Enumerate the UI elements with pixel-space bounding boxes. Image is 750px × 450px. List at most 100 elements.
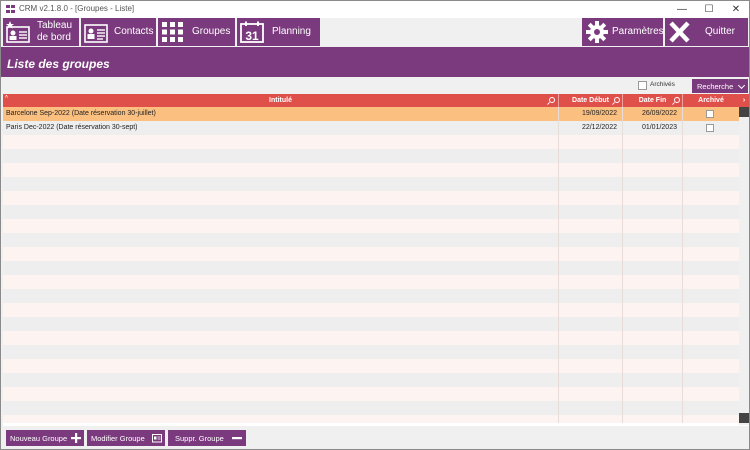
groups-label: Groupes (192, 26, 231, 37)
cell-archived (683, 135, 739, 149)
table-row[interactable] (3, 191, 739, 205)
minimize-button[interactable]: — (671, 1, 693, 18)
table-row[interactable] (3, 401, 739, 415)
search-icon[interactable] (674, 97, 680, 103)
archived-filter-checkbox[interactable] (638, 81, 647, 90)
table-row[interactable] (3, 387, 739, 401)
cell-start (559, 359, 623, 373)
cell-start (559, 373, 623, 387)
app-icon (6, 5, 15, 13)
cell-end (623, 401, 683, 415)
vertical-scrollbar[interactable] (739, 107, 749, 425)
planning-button[interactable]: 31 Planning (237, 18, 320, 46)
cell-archived (683, 345, 739, 359)
cell-archived (683, 303, 739, 317)
table-row[interactable] (3, 303, 739, 317)
table-row[interactable] (3, 317, 739, 331)
cell-end (623, 177, 683, 191)
groups-button[interactable]: Groupes (158, 18, 235, 46)
table-row[interactable] (3, 415, 739, 423)
cell-end (623, 275, 683, 289)
dashboard-button[interactable]: Tableau de bord (3, 18, 79, 46)
cell-end (623, 317, 683, 331)
cell-archived (683, 289, 739, 303)
contacts-button[interactable]: Contacts (81, 18, 156, 46)
close-window-button[interactable]: ✕ (725, 1, 747, 18)
archived-checkbox[interactable] (706, 124, 714, 132)
cell-start (559, 233, 623, 247)
table-row[interactable] (3, 345, 739, 359)
table-row[interactable] (3, 359, 739, 373)
cell-start (559, 163, 623, 177)
gear-icon (586, 21, 608, 43)
cell-start (559, 135, 623, 149)
table-row[interactable] (3, 135, 739, 149)
column-header-title[interactable]: Intitulé (3, 94, 559, 107)
delete-group-button[interactable]: Suppr. Groupe (168, 430, 246, 446)
filter-bar: Archivés Recherche (1, 78, 749, 94)
cell-end (623, 261, 683, 275)
table-row[interactable]: Paris Dec-2022 (Date réservation 30-sept… (3, 121, 739, 135)
cell-start (559, 205, 623, 219)
cell-start (559, 191, 623, 205)
table-row[interactable] (3, 247, 739, 261)
cell-title: Paris Dec-2022 (Date réservation 30-sept… (3, 121, 559, 135)
quit-button[interactable]: Quitter (665, 18, 748, 46)
archived-checkbox[interactable] (706, 110, 714, 118)
cell-start (559, 401, 623, 415)
table-row[interactable] (3, 261, 739, 275)
table-row[interactable] (3, 219, 739, 233)
cell-end (623, 219, 683, 233)
cell-title (3, 233, 559, 247)
new-group-label: Nouveau Groupe (10, 433, 68, 443)
table-row[interactable] (3, 373, 739, 387)
calendar-icon: 31 (240, 21, 264, 43)
cell-archived (683, 163, 739, 177)
table-row[interactable] (3, 289, 739, 303)
dashboard-icon (6, 21, 30, 43)
column-header-start-date[interactable]: Date Début (559, 94, 623, 107)
cell-end (623, 247, 683, 261)
contact-card-icon (84, 24, 108, 43)
column-header-end-date[interactable]: Date Fin (623, 94, 683, 107)
cell-archived (683, 177, 739, 191)
new-group-button[interactable]: Nouveau Groupe (6, 430, 84, 446)
search-icon[interactable] (614, 97, 620, 103)
cell-end (623, 331, 683, 345)
cell-end (623, 387, 683, 401)
cell-start (559, 415, 623, 423)
scroll-down-thumb[interactable] (739, 413, 749, 423)
search-icon[interactable] (549, 97, 555, 103)
table-row[interactable] (3, 233, 739, 247)
table-row[interactable]: Barcelone Sep-2022 (Date réservation 30-… (3, 107, 739, 121)
grid-icon (162, 22, 183, 42)
app-window: CRM v2.1.8.0 - [Groupes - Liste] — ☐ ✕ T… (0, 0, 750, 450)
cell-start: 22/12/2022 (559, 121, 623, 135)
cell-archived (683, 247, 739, 261)
maximize-button[interactable]: ☐ (698, 1, 720, 18)
table-row[interactable] (3, 275, 739, 289)
cell-archived (683, 261, 739, 275)
table-row[interactable] (3, 149, 739, 163)
scroll-up-thumb[interactable] (739, 107, 749, 117)
delete-group-label: Suppr. Groupe (175, 433, 224, 443)
cell-start (559, 219, 623, 233)
scroll-right-arrow[interactable]: › (739, 94, 749, 107)
table-row[interactable] (3, 205, 739, 219)
edit-group-button[interactable]: Modifier Groupe (87, 430, 165, 446)
cell-start (559, 303, 623, 317)
search-dropdown-button[interactable]: Recherche (692, 79, 748, 93)
cell-start (559, 345, 623, 359)
column-header-archived[interactable]: Archivé (683, 94, 739, 107)
cell-title (3, 149, 559, 163)
column-end-label: Date Fin (638, 97, 667, 104)
table-row[interactable] (3, 163, 739, 177)
cell-archived (683, 401, 739, 415)
table-row[interactable] (3, 177, 739, 191)
cell-title (3, 261, 559, 275)
cell-start (559, 275, 623, 289)
table-row[interactable] (3, 331, 739, 345)
cell-start (559, 331, 623, 345)
settings-button[interactable]: Paramètres (582, 18, 664, 46)
window-title: CRM v2.1.8.0 - [Groupes - Liste] (19, 4, 135, 13)
